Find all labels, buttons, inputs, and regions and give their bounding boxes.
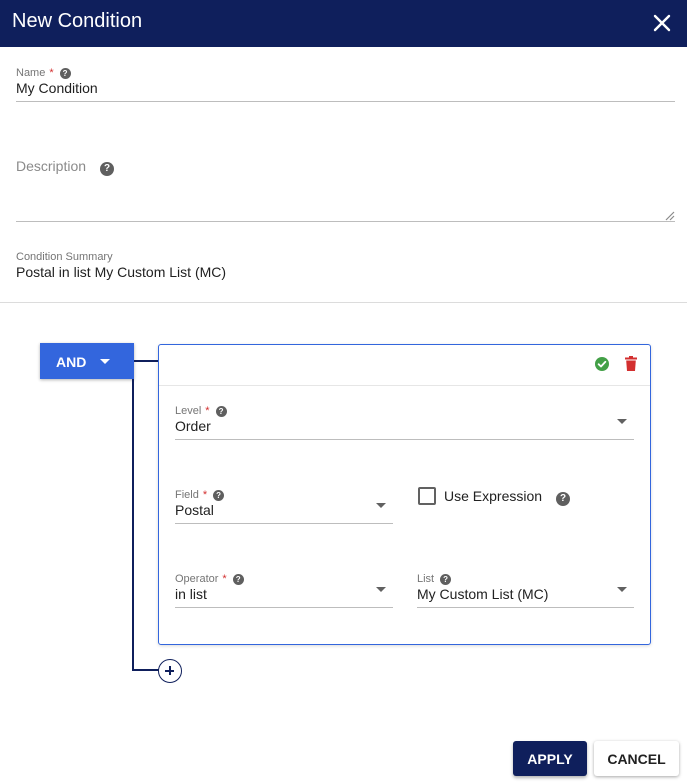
list-select[interactable]: My Custom List (MC)	[417, 586, 548, 602]
help-icon[interactable]: ?	[215, 406, 227, 417]
and-operator-button[interactable]: AND	[40, 343, 134, 379]
field-label: Field *?	[175, 489, 225, 501]
help-icon[interactable]: ?	[59, 68, 71, 79]
condition-card	[158, 344, 651, 645]
resize-handle-icon[interactable]	[663, 209, 675, 221]
field-select[interactable]: Postal	[175, 502, 214, 518]
tree-connector	[132, 379, 134, 671]
help-icon[interactable]: ?	[556, 492, 571, 506]
tree-connector	[134, 360, 159, 362]
dialog-header: New Condition	[0, 0, 687, 47]
name-label: Name *?	[16, 67, 71, 79]
caret-down-icon[interactable]	[617, 587, 627, 592]
caret-down-icon[interactable]	[376, 587, 386, 592]
operator-select[interactable]: in list	[175, 586, 207, 602]
help-icon[interactable]: ?	[100, 162, 115, 176]
name-underline	[16, 101, 675, 102]
help-icon[interactable]: ?	[232, 574, 244, 585]
level-underline	[175, 439, 634, 440]
summary-label: Condition Summary	[16, 251, 113, 263]
check-circle-icon[interactable]	[595, 357, 609, 371]
description-label: Description?	[16, 158, 115, 176]
required-mark: *	[222, 573, 227, 585]
tree-connector	[132, 669, 159, 671]
operator-label: Operator *?	[175, 573, 244, 585]
apply-button[interactable]: APPLY	[513, 741, 587, 776]
summary-value: Postal in list My Custom List (MC)	[16, 264, 227, 280]
required-mark: *	[205, 405, 210, 417]
level-select[interactable]: Order	[175, 418, 211, 434]
caret-down-icon	[100, 359, 110, 364]
required-mark: *	[202, 489, 208, 501]
use-expression-checkbox[interactable]	[418, 487, 436, 505]
close-icon[interactable]	[651, 12, 673, 34]
add-condition-button[interactable]	[158, 659, 182, 683]
field-underline	[175, 523, 393, 524]
plus-circle-icon	[169, 666, 171, 675]
required-mark: *	[49, 67, 54, 79]
and-operator-label: AND	[56, 354, 87, 370]
help-icon[interactable]: ?	[440, 574, 452, 585]
name-input[interactable]: My Condition	[16, 80, 98, 96]
trash-icon[interactable]	[625, 356, 637, 371]
level-label: Level *?	[175, 405, 227, 417]
caret-down-icon[interactable]	[376, 503, 386, 508]
cancel-button[interactable]: CANCEL	[594, 741, 679, 776]
caret-down-icon[interactable]	[617, 419, 627, 424]
description-underline	[16, 221, 675, 222]
list-label: List?	[417, 573, 452, 585]
help-icon[interactable]: ?	[213, 490, 225, 501]
list-underline	[417, 607, 634, 608]
operator-underline	[175, 607, 393, 608]
description-textarea[interactable]	[16, 180, 662, 218]
card-header-divider	[159, 385, 650, 386]
use-expression-label: Use Expression?	[444, 488, 571, 506]
section-divider	[0, 302, 687, 303]
dialog-title: New Condition	[12, 10, 143, 32]
